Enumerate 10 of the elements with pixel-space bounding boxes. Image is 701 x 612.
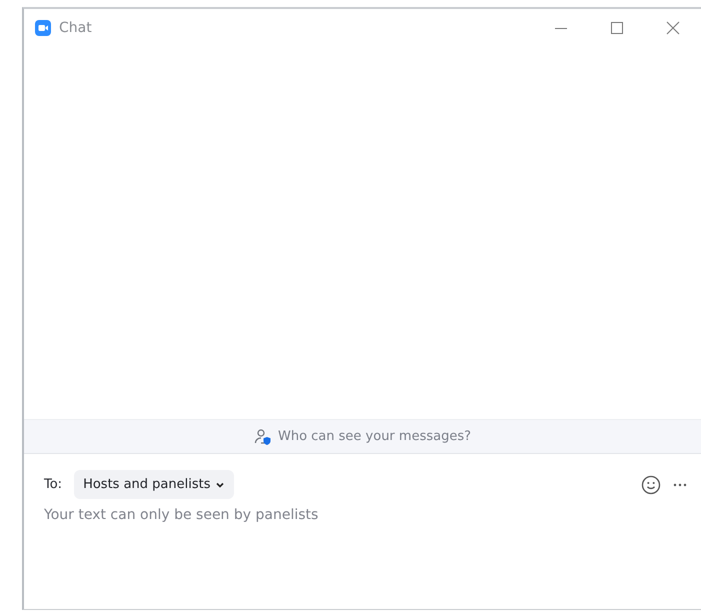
close-icon[interactable] xyxy=(666,20,680,34)
recipient-label: To: xyxy=(44,477,62,492)
window-title: Chat xyxy=(59,20,93,36)
emoji-icon[interactable] xyxy=(641,474,661,494)
maximize-icon[interactable] xyxy=(610,20,624,34)
recipient-dropdown[interactable]: Hosts and panelists xyxy=(74,470,234,499)
message-input-field[interactable]: Your text can only be seen by panelists xyxy=(44,507,687,567)
person-shield-icon xyxy=(254,428,272,446)
visibility-notice[interactable]: Who can see your messages? xyxy=(278,429,472,444)
app-logo-icon xyxy=(35,20,51,36)
